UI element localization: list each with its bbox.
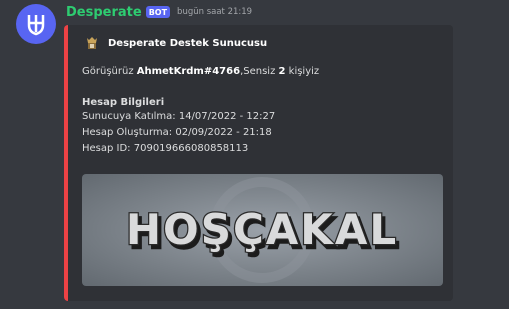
farewell-prefix: Görüşürüz <box>82 66 137 77</box>
join-date-line: Sunucuya Katılma: 14/07/2022 - 12:27 <box>82 111 276 122</box>
account-id-line: Hesap ID: 709019666080858113 <box>82 143 249 154</box>
bot-avatar[interactable] <box>16 4 56 44</box>
farewell-suffix: kişiyiz <box>285 66 320 77</box>
user-tag: AhmetKrdm#4766 <box>136 66 241 77</box>
embed-description: Görüşürüz AhmetKrdm#4766,Sensiz 2 kişiyi… <box>82 66 319 77</box>
embed-author: Desperate Destek Sunucusu <box>84 35 267 51</box>
chat-message: Desperate BOT bugün saat 21:19 Desperate… <box>0 0 509 309</box>
embed-author-name[interactable]: Desperate Destek Sunucusu <box>108 38 267 49</box>
embed: Desperate Destek Sunucusu Görüşürüz Ahme… <box>64 25 453 301</box>
message-header: Desperate BOT bugün saat 21:19 <box>66 3 252 21</box>
field-title: Hesap Bilgileri <box>82 97 165 108</box>
goodbye-banner-text: HOŞÇAKAL <box>126 205 398 254</box>
crest-emblem-icon <box>84 35 100 51</box>
shield-logo-icon <box>27 15 45 36</box>
timestamp[interactable]: bugün saat 21:19 <box>177 7 252 17</box>
farewell-middle: ,Sensiz <box>240 66 279 77</box>
created-date-line: Hesap Oluşturma: 02/09/2022 - 21:18 <box>82 127 272 138</box>
bot-badge: BOT <box>145 6 171 18</box>
embed-image[interactable]: HOŞÇAKAL <box>82 174 443 286</box>
username[interactable]: Desperate <box>66 5 142 20</box>
